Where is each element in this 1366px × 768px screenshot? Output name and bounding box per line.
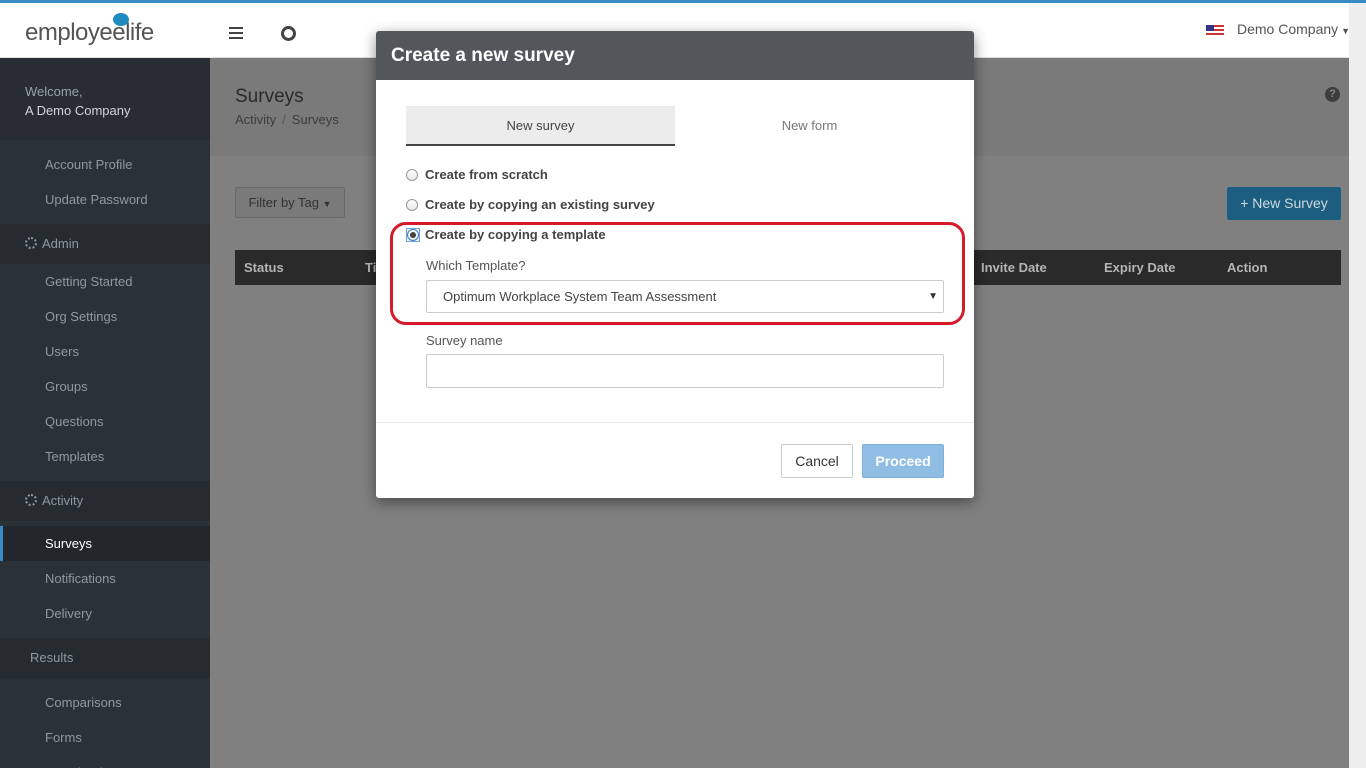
- breadcrumb-activity[interactable]: Activity: [235, 112, 276, 127]
- sidebar-item-forms[interactable]: Forms: [0, 720, 210, 755]
- column-title[interactable]: Ti: [365, 260, 376, 275]
- sidebar-item-surveys[interactable]: Surveys: [0, 526, 210, 561]
- logo-text: employeelife: [25, 19, 154, 46]
- sidebar-item-org-settings[interactable]: Org Settings: [0, 299, 210, 334]
- sidebar-item-notifications[interactable]: Notifications: [0, 561, 210, 596]
- option-label: Create by copying an existing survey: [425, 197, 655, 212]
- page-title: Surveys: [235, 86, 304, 107]
- filter-label: Filter by Tag: [248, 195, 320, 210]
- welcome-user: A Demo Company: [25, 103, 131, 118]
- new-survey-button[interactable]: + New Survey: [1227, 187, 1341, 220]
- welcome-text: Welcome,: [25, 84, 83, 99]
- tab-new-survey[interactable]: New survey: [406, 106, 675, 146]
- sidebar-item-account-profile[interactable]: Account Profile: [0, 147, 210, 182]
- sidebar-item-getting-started[interactable]: Getting Started: [0, 264, 210, 299]
- tab-new-form[interactable]: New form: [675, 106, 944, 146]
- caret-down-icon: ▼: [322, 199, 332, 209]
- hamburger-menu-icon[interactable]: [229, 27, 243, 39]
- survey-name-input[interactable]: [426, 354, 944, 388]
- sidebar-item-groups[interactable]: Groups: [0, 369, 210, 404]
- option-label: Create from scratch: [425, 167, 548, 182]
- option-create-from-scratch[interactable]: Create from scratch: [406, 167, 548, 187]
- option-copy-template[interactable]: Create by copying a template: [406, 227, 606, 247]
- template-select[interactable]: Optimum Workplace System Team Assessment…: [426, 280, 944, 313]
- column-invite-date[interactable]: Invite Date: [981, 260, 1047, 275]
- modal-footer-divider: [376, 422, 974, 423]
- lifebuoy-icon[interactable]: [281, 26, 296, 41]
- company-dropdown[interactable]: Demo Company ▼: [1237, 21, 1350, 37]
- proceed-button[interactable]: Proceed: [862, 444, 944, 478]
- dropdown-arrow-icon: ▼: [928, 291, 938, 302]
- radio-button-selected[interactable]: [407, 229, 419, 241]
- column-expiry-date[interactable]: Expiry Date: [1104, 260, 1176, 275]
- chat-bubble-icon: [113, 13, 129, 26]
- gear-icon: [25, 494, 37, 506]
- which-template-label: Which Template?: [426, 258, 526, 273]
- sidebar-section-label: Activity: [42, 493, 84, 508]
- column-status[interactable]: Status: [244, 260, 284, 275]
- radio-focus-ring: [406, 228, 420, 242]
- template-select-value: Optimum Workplace System Team Assessment: [443, 289, 717, 304]
- sidebar-item-delivery[interactable]: Delivery: [0, 596, 210, 631]
- sidebar-item-comparisons[interactable]: Comparisons: [0, 685, 210, 720]
- sidebar-item-update-password[interactable]: Update Password: [0, 182, 210, 217]
- sidebar-item-downloads[interactable]: Downloads: [0, 755, 210, 768]
- survey-name-label: Survey name: [426, 333, 503, 348]
- modal-title: Create a new survey: [376, 31, 974, 80]
- welcome-block: Welcome, A Demo Company: [0, 58, 210, 140]
- column-action: Action: [1227, 260, 1268, 275]
- sidebar-item-templates[interactable]: Templates: [0, 439, 210, 474]
- option-label: Create by copying a template: [425, 227, 606, 242]
- option-copy-existing-survey[interactable]: Create by copying an existing survey: [406, 197, 655, 217]
- sidebar: Welcome, A Demo Company Account Profile …: [0, 58, 210, 768]
- sidebar-item-users[interactable]: Users: [0, 334, 210, 369]
- sidebar-item-questions[interactable]: Questions: [0, 404, 210, 439]
- radio-button[interactable]: [406, 199, 418, 211]
- gear-icon: [25, 237, 37, 249]
- sidebar-section-results[interactable]: Results: [0, 638, 210, 678]
- help-icon[interactable]: ?: [1325, 87, 1340, 102]
- sidebar-section-label: Admin: [42, 236, 79, 251]
- breadcrumb: Activity / Surveys: [235, 112, 339, 127]
- breadcrumb-surveys: Surveys: [291, 112, 339, 127]
- company-name: Demo Company: [1237, 21, 1339, 37]
- filter-by-tag-button[interactable]: Filter by Tag ▼: [235, 187, 345, 218]
- sidebar-section-admin[interactable]: Admin: [0, 224, 210, 264]
- create-survey-modal: Create a new survey New survey New form …: [376, 31, 974, 498]
- sidebar-section-activity[interactable]: Activity: [0, 481, 210, 521]
- cancel-button[interactable]: Cancel: [781, 444, 853, 478]
- us-flag-icon: [1206, 25, 1224, 37]
- radio-button[interactable]: [406, 169, 418, 181]
- modal-tabs: New survey New form: [406, 106, 944, 146]
- page-scrollbar[interactable]: [1349, 3, 1366, 768]
- logo[interactable]: employeelife: [25, 13, 154, 47]
